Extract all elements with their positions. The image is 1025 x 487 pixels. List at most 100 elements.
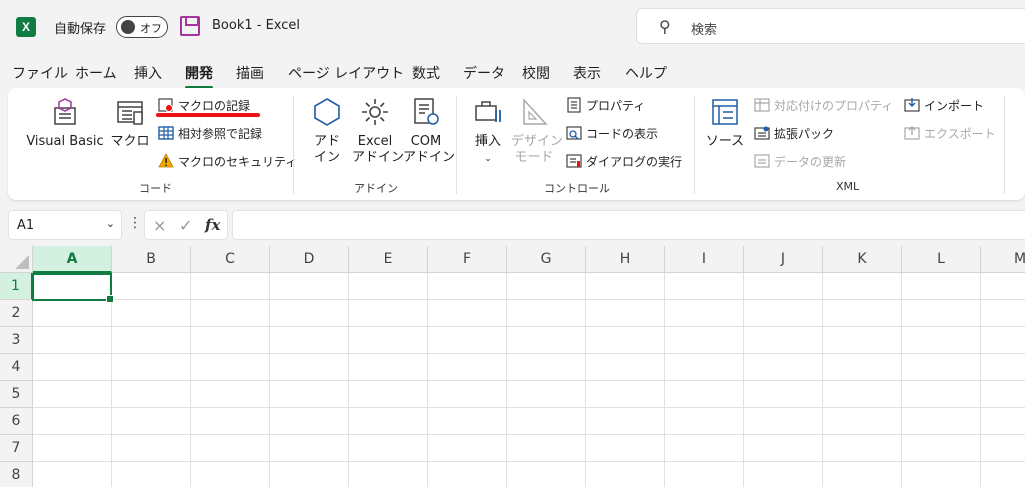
macro-button[interactable]: マクロ [110, 96, 150, 150]
cell[interactable] [744, 300, 823, 327]
cell[interactable] [981, 408, 1025, 435]
visual-basic-button[interactable]: Visual Basic [24, 96, 106, 150]
cell[interactable] [349, 435, 428, 462]
cell[interactable] [191, 435, 270, 462]
tab-page-layout[interactable]: ページ レイアウト [288, 63, 404, 83]
tab-help[interactable]: ヘルプ [625, 63, 667, 83]
column-header-k[interactable]: K [823, 246, 902, 273]
cell[interactable] [981, 462, 1025, 487]
cell[interactable] [270, 273, 349, 300]
view-code-button[interactable]: コードの表示 [566, 122, 658, 144]
cell[interactable] [349, 354, 428, 381]
cell[interactable] [981, 300, 1025, 327]
export-button[interactable]: エクスポート [904, 122, 996, 144]
column-header-m[interactable]: M [981, 246, 1025, 273]
active-cell-selection[interactable] [32, 273, 114, 303]
cancel-icon[interactable]: × [153, 216, 166, 235]
column-header-h[interactable]: H [586, 246, 665, 273]
cell[interactable] [902, 381, 981, 408]
cell[interactable] [270, 408, 349, 435]
cell[interactable] [270, 381, 349, 408]
row-header-7[interactable]: 7 [0, 435, 33, 462]
cell[interactable] [744, 354, 823, 381]
cell[interactable] [507, 381, 586, 408]
cell[interactable] [191, 354, 270, 381]
cell[interactable] [33, 381, 112, 408]
cell[interactable] [981, 381, 1025, 408]
cell[interactable] [428, 435, 507, 462]
row-header-2[interactable]: 2 [0, 300, 33, 327]
cell[interactable] [823, 300, 902, 327]
insert-function-icon[interactable]: fx [205, 216, 220, 234]
cell[interactable] [428, 300, 507, 327]
cell[interactable] [428, 273, 507, 300]
cell[interactable] [507, 273, 586, 300]
cell[interactable] [507, 435, 586, 462]
cell[interactable] [191, 327, 270, 354]
xml-source-button[interactable]: ソース [705, 96, 745, 150]
row-header-5[interactable]: 5 [0, 381, 33, 408]
column-header-e[interactable]: E [349, 246, 428, 273]
cell[interactable] [507, 408, 586, 435]
cell[interactable] [981, 273, 1025, 300]
enter-icon[interactable]: ✓ [179, 216, 192, 235]
cell[interactable] [586, 462, 665, 487]
cell[interactable] [191, 408, 270, 435]
cell[interactable] [33, 462, 112, 487]
properties-button[interactable]: プロパティ [566, 94, 645, 116]
cell[interactable] [823, 462, 902, 487]
cell[interactable] [902, 273, 981, 300]
cell[interactable] [586, 300, 665, 327]
row-header-1[interactable]: 1 [0, 273, 33, 300]
cell[interactable] [823, 435, 902, 462]
cell[interactable] [112, 381, 191, 408]
cell[interactable] [744, 408, 823, 435]
cell[interactable] [270, 435, 349, 462]
cell[interactable] [665, 408, 744, 435]
cell[interactable] [981, 354, 1025, 381]
cell[interactable] [665, 300, 744, 327]
cell[interactable] [586, 435, 665, 462]
cell[interactable] [33, 354, 112, 381]
row-header-4[interactable]: 4 [0, 354, 33, 381]
tab-insert[interactable]: 挿入 [134, 63, 162, 83]
cell[interactable] [428, 381, 507, 408]
chevron-down-icon[interactable]: ⌄ [106, 217, 115, 230]
cell[interactable] [902, 435, 981, 462]
cell[interactable] [191, 300, 270, 327]
cell[interactable] [902, 408, 981, 435]
cell[interactable] [349, 327, 428, 354]
cell[interactable] [112, 462, 191, 487]
cell[interactable] [507, 300, 586, 327]
cell[interactable] [902, 462, 981, 487]
cell[interactable] [112, 408, 191, 435]
cell[interactable] [902, 354, 981, 381]
cell[interactable] [112, 435, 191, 462]
run-dialog-button[interactable]: ダイアログの実行 [566, 150, 682, 172]
row-header-8[interactable]: 8 [0, 462, 33, 487]
cell[interactable] [823, 273, 902, 300]
worksheet-grid[interactable]: ABCDEFGHIJKLM 12345678 [0, 246, 1025, 487]
import-button[interactable]: インポート [904, 94, 984, 116]
tab-review[interactable]: 校閲 [522, 63, 550, 83]
cell[interactable] [112, 354, 191, 381]
search-box[interactable]: ⚲ 検索 [636, 8, 1025, 44]
name-box[interactable]: A1 ⌄ [8, 210, 122, 240]
cell[interactable] [349, 408, 428, 435]
cell[interactable] [665, 462, 744, 487]
row-header-3[interactable]: 3 [0, 327, 33, 354]
column-header-i[interactable]: I [665, 246, 744, 273]
cell[interactable] [349, 381, 428, 408]
more-options-icon[interactable]: ⋮ [128, 215, 142, 231]
tab-draw[interactable]: 描画 [236, 63, 264, 83]
tab-data[interactable]: データ [463, 63, 505, 83]
formula-input[interactable] [232, 210, 1025, 240]
cell[interactable] [33, 435, 112, 462]
column-header-a[interactable]: A [33, 246, 112, 273]
expansion-packs-button[interactable]: 拡張パック [754, 122, 834, 144]
cell[interactable] [744, 462, 823, 487]
cell[interactable] [586, 273, 665, 300]
excel-logo-icon[interactable]: X [16, 17, 36, 37]
column-header-g[interactable]: G [507, 246, 586, 273]
cell[interactable] [349, 273, 428, 300]
